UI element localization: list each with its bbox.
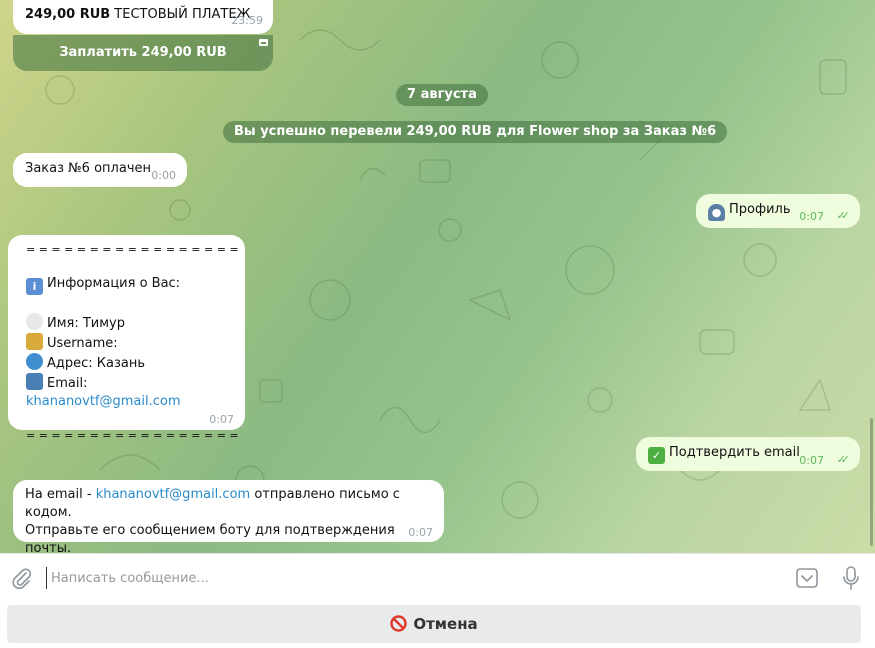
info-header: Информация о Вас: [47,276,181,291]
email-label: Email: [47,376,88,391]
separator-line: = = = = = = = = = = = = = = = = = [26,243,239,256]
chat-scrollbar[interactable] [870,418,873,546]
info-header-row: i Информация о Вас: [26,275,245,295]
email-link[interactable]: khananovtf@gmail.com [26,394,181,409]
name-row: Имя: Тимур [26,313,245,333]
globe-icon [26,353,43,370]
address-text: Адрес: Казань [47,356,146,371]
date-separator: 7 августа [396,84,488,106]
microphone-icon[interactable] [840,565,862,591]
message-time: 0:07 [408,526,433,539]
message-profile-command: ● Профиль 0:07 ✓✓ [696,194,860,228]
message-composer [0,553,875,601]
separator-line-bottom: = = = = = = = = = = = = = = = = = [26,429,239,442]
invoice-bubble: 249,00 RUB ТЕСТОВЫЙ ПЛАТЕЖ 23:59 [13,0,273,34]
email-sent-link[interactable]: khananovtf@gmail.com [96,487,251,502]
information-icon: i [26,278,43,295]
mailbox-icon [26,373,43,390]
message-time: 0:07 [799,454,824,467]
lock-with-key-icon [26,333,43,350]
prohibited-icon [390,615,408,632]
email-sent-line2: Отправьте его сообщением боту для подтве… [25,523,395,553]
email-row: Email: khananovtf@gmail.com [26,373,245,411]
invoice-time: 23:59 [231,14,263,27]
cancel-label: Отмена [413,615,478,633]
message-text: Заказ №6 оплачен [25,161,151,176]
message-time: 0:07 [209,413,234,426]
email-sent-line1: На email - khananovtf@gmail.com отправле… [25,486,432,522]
message-text: Подтвердить email [669,445,800,460]
read-checkmarks-icon: ✓✓ [836,209,851,222]
card-icon [259,39,268,46]
message-input[interactable] [46,567,746,589]
read-checkmarks-icon: ✓✓ [836,453,851,466]
chat-area: 249,00 RUB ТЕСТОВЫЙ ПЛАТЕЖ 23:59 Заплати… [0,0,875,553]
message-time: 0:07 [799,210,824,223]
reply-keyboard: Отмена [0,601,875,648]
message-email-sent: На email - khananovtf@gmail.com отправле… [13,480,444,553]
speech-balloon-icon [26,313,43,330]
pay-button-label: Заплатить 249,00 RUB [59,45,227,60]
invoice-amount: 249,00 RUB [25,7,111,22]
username-row: Username: [26,333,245,353]
username-text: Username: [47,336,118,351]
name-text: Имя: Тимур [47,316,126,331]
message-order-paid: Заказ №6 оплачен 0:00 [13,153,187,187]
message-text: Профиль [729,202,791,217]
pay-button[interactable]: Заплатить 249,00 RUB [13,35,273,71]
cancel-button[interactable]: Отмена [7,605,861,643]
check-mark-button-icon: ✓ [648,447,665,464]
message-confirm-email-command: ✓ Подтвердить email 0:07 ✓✓ [636,437,860,471]
bot-keyboard-icon[interactable] [795,567,819,589]
invoice-label: ТЕСТОВЫЙ ПЛАТЕЖ [110,7,251,22]
message-profile-info: = = = = = = = = = = = = = = = = = i Инфор… [8,235,245,442]
email-sent-prefix: На email - [25,487,96,502]
address-row: Адрес: Казань [26,353,245,373]
message-time: 0:00 [151,169,176,182]
paperclip-icon[interactable] [11,567,33,589]
bust-in-silhouette-icon: ● [708,204,725,221]
service-message: Вы успешно перевели 249,00 RUB для Flowe… [223,121,728,143]
